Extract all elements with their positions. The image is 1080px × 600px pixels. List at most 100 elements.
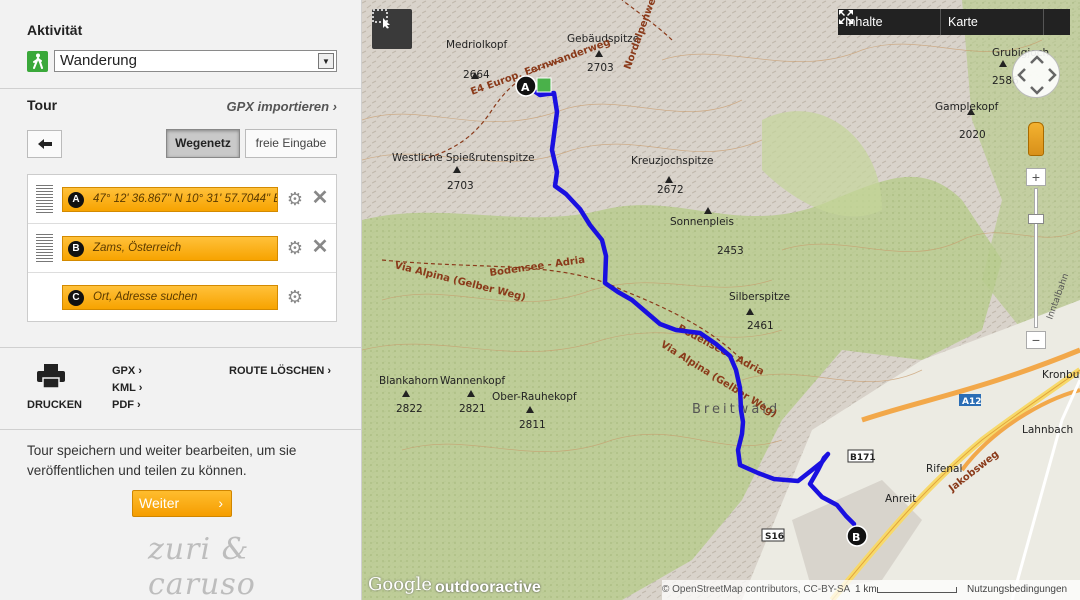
peak-label-wannenkopf: Wannenkopf bbox=[440, 375, 505, 387]
map-canvas[interactable]: Medriolkopf 2664 Gebäudspitze 2703 Grubi… bbox=[362, 0, 1080, 600]
hiker-icon bbox=[27, 50, 48, 72]
route-end-label: B bbox=[852, 531, 860, 544]
export-pdf-link[interactable]: PDF › bbox=[112, 399, 141, 411]
chevron-right-icon: › bbox=[218, 495, 223, 511]
street-view-pegman-icon[interactable] bbox=[1028, 122, 1044, 156]
peak-label-ober-rauhekopf: Ober-Rauhekopf bbox=[492, 391, 577, 403]
waypoint-row-b: B Zams, Österreich ⚙ ✕ bbox=[28, 224, 336, 273]
place-label-lahnbach: Lahnbach bbox=[1022, 424, 1073, 436]
road-shield-b171: B171 bbox=[850, 453, 876, 463]
waypoint-badge: C bbox=[68, 290, 84, 306]
waypoint-row-a: A 47° 12' 36.867" N 10° 31' 57.7044" E ⚙… bbox=[28, 175, 336, 224]
peak-elev-silberspitze: 2461 bbox=[747, 320, 774, 332]
map-attribution-bar: © OpenStreetMap contributors, CC-BY-SA 1… bbox=[662, 580, 1080, 600]
divider bbox=[0, 347, 362, 348]
terms-link[interactable]: Nutzungsbedingungen bbox=[967, 580, 1067, 600]
peak-elev-wannenkopf: 2821 bbox=[459, 403, 486, 415]
undo-button[interactable] bbox=[27, 130, 62, 158]
peak-elev-ober-rauhekopf: 2811 bbox=[519, 419, 546, 431]
print-button[interactable]: DRUCKEN bbox=[27, 399, 82, 411]
activity-row: Wanderung ▼ bbox=[27, 50, 337, 72]
peak-label-blankahorn: Blankahorn bbox=[379, 375, 438, 387]
waypoint-badge: A bbox=[68, 192, 84, 208]
google-logo: Google bbox=[368, 574, 432, 595]
waypoint-input-a[interactable]: A 47° 12' 36.867" N 10° 31' 57.7044" E bbox=[62, 187, 278, 212]
drag-handle-icon[interactable] bbox=[36, 185, 53, 213]
tour-heading: Tour bbox=[27, 97, 58, 113]
signature-watermark: zuri & caruso bbox=[148, 532, 256, 600]
area-select-tool[interactable] bbox=[372, 9, 412, 49]
export-kml-link[interactable]: KML › bbox=[112, 382, 142, 394]
activity-select[interactable]: Wanderung ▼ bbox=[54, 50, 337, 72]
peak-elev-gebaeudspitze: 2703 bbox=[587, 62, 614, 74]
continue-button[interactable]: Weiter › bbox=[132, 490, 232, 517]
activity-heading: Aktivität bbox=[27, 22, 83, 38]
close-icon[interactable]: ✕ bbox=[311, 237, 329, 257]
waypoint-input-c[interactable]: C Ort, Adresse suchen bbox=[62, 285, 278, 310]
selection-cursor-icon bbox=[372, 9, 390, 29]
waypoint-input-b[interactable]: B Zams, Österreich bbox=[62, 236, 278, 261]
route-planner-sidebar: Aktivität Wanderung ▼ Tour GPX importier… bbox=[0, 0, 362, 600]
pan-control[interactable] bbox=[1012, 50, 1060, 98]
divider bbox=[0, 429, 362, 430]
peak-elev-sonnenpleis: 2453 bbox=[717, 245, 744, 257]
waypoint-badge: B bbox=[68, 241, 84, 257]
pan-arrows-icon bbox=[1017, 55, 1057, 95]
arrow-left-icon bbox=[37, 139, 52, 149]
waypoint-list: A 47° 12' 36.867" N 10° 31' 57.7044" E ⚙… bbox=[27, 174, 337, 322]
wegenetz-toggle[interactable]: Wegenetz bbox=[166, 129, 240, 158]
gpx-import-link[interactable]: GPX importieren › bbox=[226, 99, 337, 114]
peak-label-medriolkopf: Medriolkopf bbox=[446, 39, 508, 51]
route-start-label: A bbox=[521, 81, 530, 94]
export-gpx-label: GPX bbox=[112, 365, 136, 377]
scale-bar bbox=[877, 587, 957, 593]
peak-label-kreuzjochspitze: Kreuzjochspitze bbox=[631, 155, 714, 167]
trailhead-icon bbox=[536, 77, 552, 93]
waypoint-value: 47° 12' 36.867" N 10° 31' 57.7044" E bbox=[93, 193, 278, 205]
topo-map[interactable]: Medriolkopf 2664 Gebäudspitze 2703 Grubi… bbox=[362, 0, 1080, 600]
printer-icon[interactable] bbox=[37, 364, 65, 388]
place-label-anreit: Anreit bbox=[885, 493, 916, 505]
waypoint-placeholder: Ort, Adresse suchen bbox=[93, 291, 198, 303]
waypoint-value: Zams, Österreich bbox=[93, 242, 182, 254]
peak-elev-spiessrutenspitze: 2703 bbox=[447, 180, 474, 192]
peak-elev-blankahorn: 2822 bbox=[396, 403, 423, 415]
fullscreen-icon bbox=[839, 10, 853, 24]
export-gpx-link[interactable]: GPX › bbox=[112, 365, 142, 377]
road-shield-a12: A12 bbox=[962, 397, 982, 407]
close-icon[interactable]: ✕ bbox=[311, 188, 329, 208]
peak-elev-kreuzjochspitze: 2672 bbox=[657, 184, 684, 196]
gear-icon[interactable]: ⚙ bbox=[286, 239, 304, 257]
outdooractive-logo: outdooractive bbox=[435, 579, 541, 596]
peak-elev-gamplekopf: 2020 bbox=[959, 129, 986, 141]
zoom-slider-handle[interactable] bbox=[1028, 214, 1044, 224]
peak-label-sonnenpleis: Sonnenpleis bbox=[670, 216, 734, 228]
place-label-rifenal: Rifenal bbox=[926, 463, 962, 475]
gear-icon[interactable]: ⚙ bbox=[286, 288, 304, 306]
delete-route-label: ROUTE LÖSCHEN bbox=[229, 365, 325, 377]
gear-icon[interactable]: ⚙ bbox=[286, 190, 304, 208]
peak-elev-medriolkopf: 2664 bbox=[463, 69, 490, 81]
fullscreen-button[interactable] bbox=[839, 9, 1070, 35]
activity-select-value: Wanderung bbox=[60, 52, 137, 69]
export-pdf-label: PDF bbox=[112, 399, 134, 411]
peak-label-spiessrutenspitze: Westliche Spießrutenspitze bbox=[392, 152, 535, 164]
zoom-in-button[interactable]: + bbox=[1026, 168, 1046, 186]
save-hint-text: Tour speichern und weiter bearbeiten, um… bbox=[27, 443, 297, 478]
scale-label: 1 km bbox=[855, 584, 877, 595]
delete-route-link[interactable]: ROUTE LÖSCHEN › bbox=[229, 365, 331, 377]
osm-attribution: © OpenStreetMap contributors, CC-BY-SA bbox=[662, 584, 851, 595]
freie-eingabe-toggle[interactable]: freie Eingabe bbox=[245, 129, 337, 158]
waypoint-row-c: C Ort, Adresse suchen ⚙ bbox=[28, 273, 336, 322]
road-shield-s16: S16 bbox=[765, 532, 784, 542]
peak-label-gamplekopf: Gamplekopf bbox=[935, 101, 999, 113]
drag-handle-icon[interactable] bbox=[36, 234, 53, 262]
zoom-slider-track[interactable] bbox=[1034, 188, 1038, 328]
peak-label-silberspitze: Silberspitze bbox=[729, 291, 790, 303]
continue-label: Weiter bbox=[139, 495, 180, 511]
zoom-out-button[interactable]: − bbox=[1026, 331, 1046, 349]
map-tab-bar: Inhalte Karte bbox=[838, 9, 1070, 35]
tab-karte[interactable]: Karte bbox=[941, 9, 1043, 35]
export-kml-label: KML bbox=[112, 382, 136, 394]
zoom-control: + − bbox=[1026, 166, 1046, 351]
